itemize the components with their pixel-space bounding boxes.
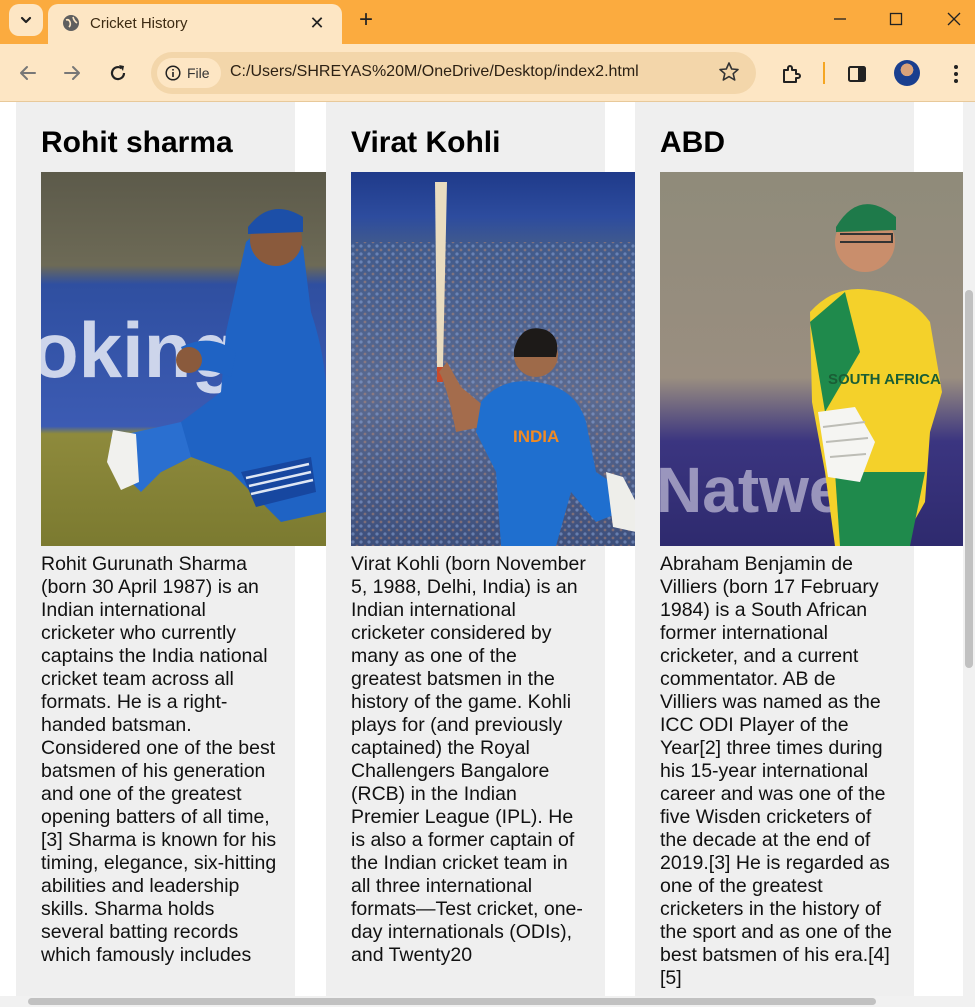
player-photo-virat: INDIA	[351, 172, 636, 546]
player-name: Virat Kohli	[351, 126, 501, 159]
svg-text:INDIA: INDIA	[513, 427, 559, 446]
vertical-scroll-thumb[interactable]	[965, 290, 973, 668]
tab-strip: Cricket History ✕ +	[0, 0, 975, 44]
player-card-rohit: Rohit sharma oking Rohit Gurunath Sharma…	[16, 102, 326, 996]
chevron-down-icon	[20, 16, 32, 24]
player-name: ABD	[660, 126, 725, 159]
tab-search-button[interactable]	[9, 4, 43, 36]
maximize-icon[interactable]	[867, 0, 925, 38]
url-text[interactable]: C:/Users/SHREYAS%20M/OneDrive/Desktop/in…	[230, 63, 639, 81]
profile-avatar[interactable]	[894, 60, 920, 86]
player-photo-rohit: oking	[41, 172, 326, 546]
tab-title: Cricket History	[90, 15, 188, 32]
back-arrow-icon[interactable]	[13, 58, 43, 88]
address-bar[interactable]: File C:/Users/SHREYAS%20M/OneDrive/Deskt…	[151, 52, 756, 94]
site-chip-label: File	[187, 65, 210, 81]
svg-text:SOUTH AFRICA: SOUTH AFRICA	[828, 371, 941, 388]
new-tab-icon[interactable]: +	[352, 6, 380, 34]
forward-arrow-icon[interactable]	[57, 58, 87, 88]
player-bio: Rohit Gurunath Sharma (born 30 April 198…	[41, 553, 277, 966]
player-card-abd: ABD Natwes SOUTH AFRICA Abraham Benjamin…	[635, 102, 963, 996]
globe-icon	[63, 15, 79, 31]
site-info-chip[interactable]: File	[157, 58, 221, 88]
bookmark-star-icon[interactable]	[718, 61, 740, 83]
player-name: Rohit sharma	[41, 126, 233, 159]
player-photo-abd: Natwes SOUTH AFRICA	[660, 172, 963, 546]
close-tab-icon[interactable]: ✕	[304, 10, 330, 36]
player-card-virat: Virat Kohli INDIA Virat Kohli (born Nove…	[326, 102, 636, 996]
info-icon	[165, 65, 181, 81]
browser-toolbar: File C:/Users/SHREYAS%20M/OneDrive/Deskt…	[0, 44, 975, 102]
toolbar-divider	[823, 62, 825, 84]
active-tab[interactable]: Cricket History ✕	[48, 4, 342, 44]
minimize-icon[interactable]	[811, 0, 869, 38]
close-window-icon[interactable]	[925, 0, 975, 38]
reload-icon[interactable]	[103, 58, 133, 88]
kebab-menu-icon[interactable]	[942, 60, 970, 88]
page-content: Rohit sharma oking Rohit Gurunath Sharma…	[0, 102, 963, 996]
player-bio: Abraham Benjamin de Villiers (born 17 Fe…	[660, 553, 893, 989]
side-panel-icon[interactable]	[843, 60, 871, 88]
vertical-scrollbar[interactable]	[963, 102, 975, 996]
horizontal-scrollbar[interactable]	[0, 996, 975, 1007]
player-bio: Virat Kohli (born November 5, 1988, Delh…	[351, 553, 586, 966]
horizontal-scroll-thumb[interactable]	[28, 998, 876, 1005]
extensions-puzzle-icon[interactable]	[777, 60, 805, 88]
